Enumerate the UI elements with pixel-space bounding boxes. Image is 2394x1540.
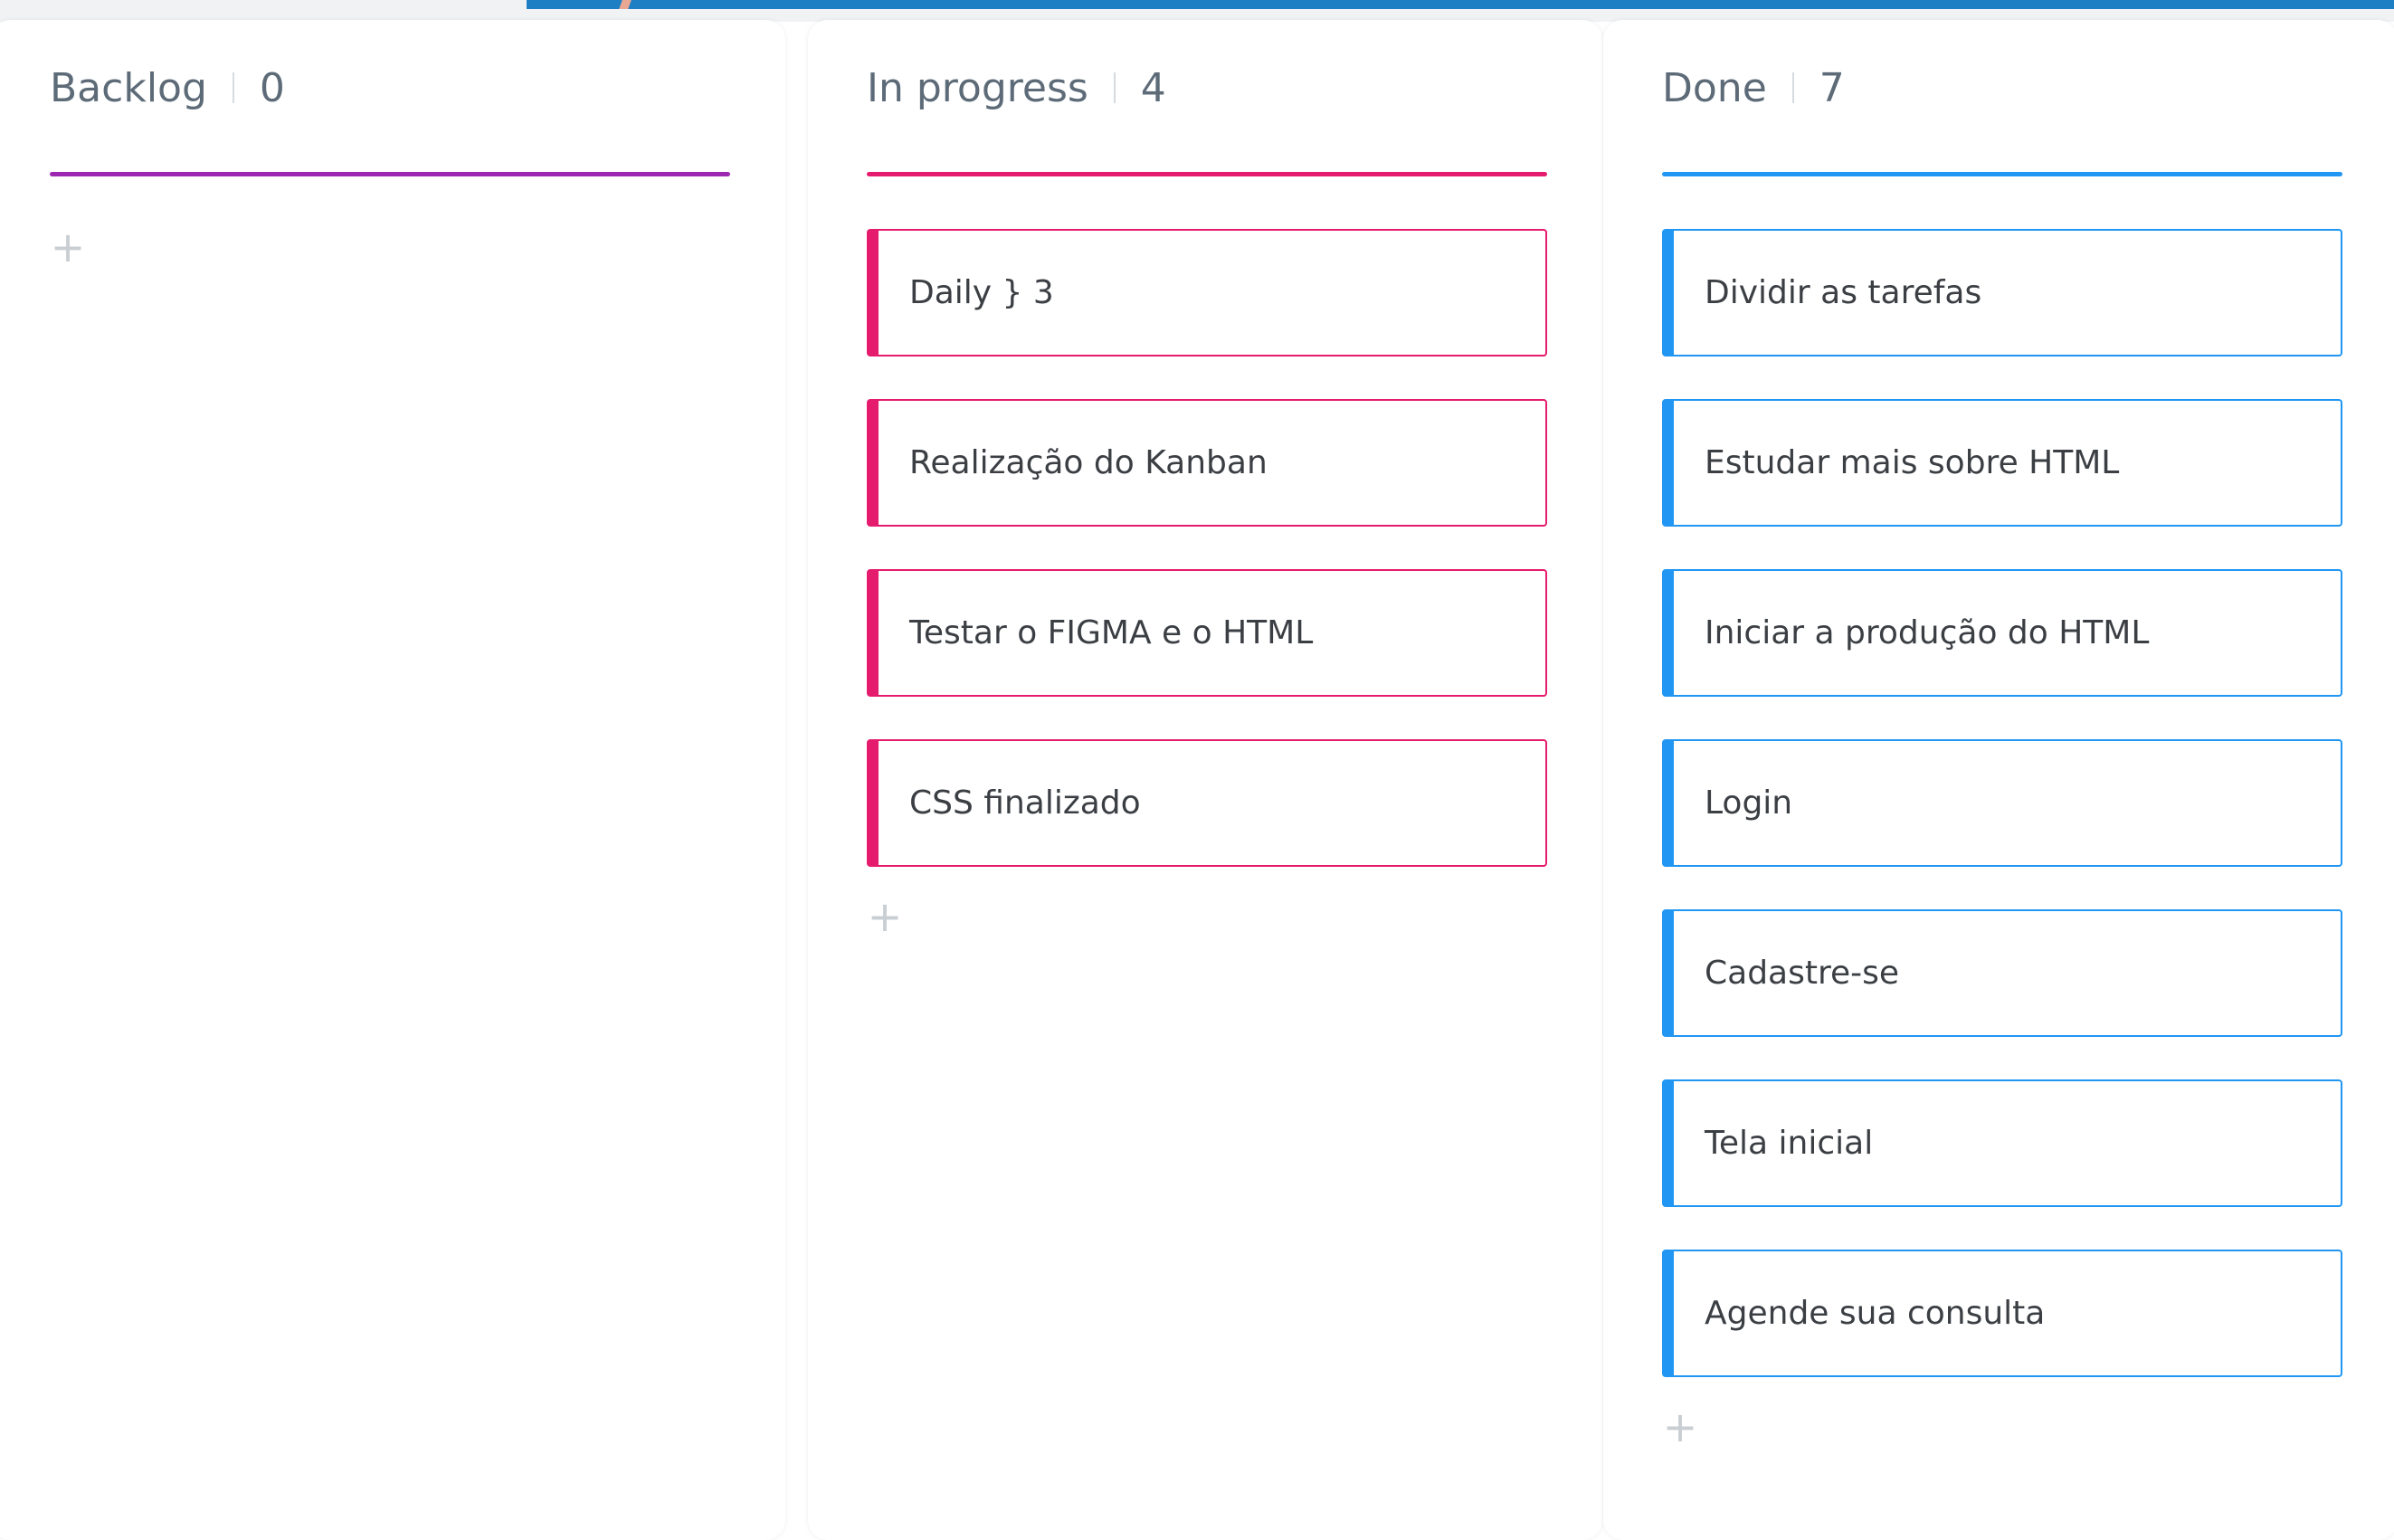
header-divider <box>1791 72 1794 103</box>
add-card-icon[interactable]: + <box>867 896 903 937</box>
column-underline <box>1662 172 2342 176</box>
column-header-done: Done 7 <box>1662 61 1845 115</box>
add-card-icon[interactable]: + <box>1662 1406 1698 1448</box>
card-list-backlog: + <box>50 226 730 268</box>
task-card[interactable]: Iniciar a produção do HTML <box>1662 569 2342 697</box>
column-title: Done <box>1662 64 1767 111</box>
task-card[interactable]: Daily } 3 <box>867 229 1547 356</box>
kanban-board: Backlog 0 + In progress 4 Daily } 3 Real… <box>0 20 2394 1540</box>
task-card[interactable]: Estudar mais sobre HTML <box>1662 399 2342 527</box>
task-card[interactable]: Realização do Kanban <box>867 399 1547 527</box>
column-underline <box>50 172 730 176</box>
card-list-done: Dividir as tarefas Estudar mais sobre HT… <box>1662 229 2342 1448</box>
task-card[interactable]: Cadastre-se <box>1662 909 2342 1037</box>
task-card[interactable]: CSS finalizado <box>867 739 1547 867</box>
column-backlog: Backlog 0 + <box>0 20 785 1540</box>
header-divider <box>1113 72 1116 103</box>
task-card[interactable]: Tela inicial <box>1662 1079 2342 1207</box>
column-header-in-progress: In progress 4 <box>867 61 1166 115</box>
add-card-icon[interactable]: + <box>50 226 86 268</box>
column-header-backlog: Backlog 0 <box>50 61 285 115</box>
column-title: In progress <box>867 64 1088 111</box>
task-card[interactable]: Agende sua consulta <box>1662 1250 2342 1377</box>
card-list-in-progress: Daily } 3 Realização do Kanban Testar o … <box>867 229 1547 937</box>
task-card[interactable]: Testar o FIGMA e o HTML <box>867 569 1547 697</box>
column-in-progress: In progress 4 Daily } 3 Realização do Ka… <box>808 20 1602 1540</box>
column-underline <box>867 172 1547 176</box>
column-done: Done 7 Dividir as tarefas Estudar mais s… <box>1603 20 2394 1540</box>
header-divider <box>232 72 234 103</box>
task-card[interactable]: Login <box>1662 739 2342 867</box>
top-app-bar <box>527 0 2394 9</box>
column-title: Backlog <box>50 64 207 111</box>
task-card[interactable]: Dividir as tarefas <box>1662 229 2342 356</box>
column-count: 4 <box>1140 64 1166 111</box>
column-count: 7 <box>1819 64 1845 111</box>
column-count: 0 <box>259 64 285 111</box>
